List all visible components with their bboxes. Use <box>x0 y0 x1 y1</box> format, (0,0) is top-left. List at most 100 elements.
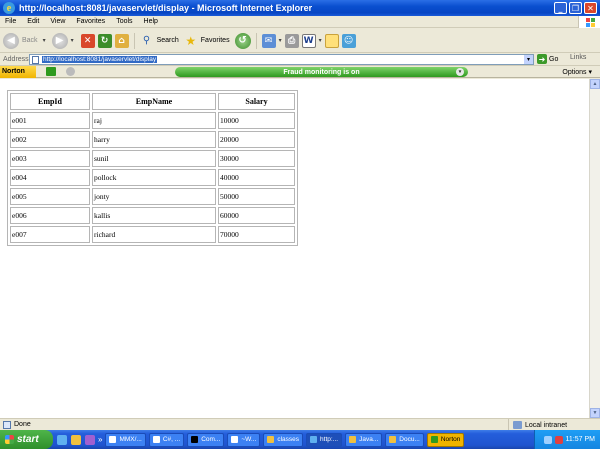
desktop-quicklaunch-icon[interactable] <box>71 434 81 445</box>
address-bar: Address http://localhost:8081/javaservle… <box>0 53 600 66</box>
menu-edit[interactable]: Edit <box>27 18 39 25</box>
print-icon[interactable]: ⎙ <box>284 33 299 48</box>
app-icon <box>152 436 160 443</box>
taskbar-item[interactable]: ~W... <box>227 432 261 447</box>
table-row: e002 harry 20000 <box>10 131 295 148</box>
back-dropdown-icon[interactable]: ▾ <box>43 37 46 44</box>
norton-toolbar: Norton Fraud monitoring is on ▾ Options … <box>0 65 600 78</box>
taskbar-item[interactable]: Docu... <box>385 432 424 447</box>
norton-task-label: Norton <box>440 436 461 443</box>
norton-taskbar-item[interactable]: Norton <box>426 432 465 447</box>
cell-empname: kallis <box>92 207 216 224</box>
scroll-up-icon[interactable]: ▲ <box>590 79 600 89</box>
taskbar-item-active[interactable]: http:... <box>306 432 343 447</box>
taskbar-item[interactable]: Java... <box>345 432 383 447</box>
address-url[interactable]: http://localhost:8081/javaservlet/displa… <box>42 56 158 63</box>
cell-empname: jonty <box>92 188 216 205</box>
intranet-icon <box>513 421 522 429</box>
norton-logo[interactable]: Norton <box>0 65 36 78</box>
menu-favorites[interactable]: Favorites <box>76 18 105 25</box>
folder-icon <box>267 436 275 443</box>
messenger-icon[interactable]: ☺ <box>341 33 356 48</box>
taskbar-item[interactable]: classes <box>263 432 304 447</box>
cell-salary: 30000 <box>218 150 295 167</box>
menu-tools[interactable]: Tools <box>116 18 132 25</box>
taskbar-item-label: MMX/... <box>119 436 142 443</box>
cell-salary: 10000 <box>218 112 295 129</box>
minimize-icon[interactable]: _ <box>554 2 567 14</box>
vertical-scrollbar[interactable]: ▲ ▼ <box>589 79 600 418</box>
start-button[interactable]: start <box>0 430 53 449</box>
header-salary: Salary <box>218 93 295 110</box>
cell-salary: 60000 <box>218 207 295 224</box>
cell-salary: 50000 <box>218 188 295 205</box>
window-title: http://localhost:8081/javaservlet/displa… <box>19 3 313 13</box>
menu-help[interactable]: Help <box>144 18 158 25</box>
menu-bar: File Edit View Favorites Tools Help <box>0 16 600 28</box>
cell-salary: 20000 <box>218 131 295 148</box>
restore-icon[interactable]: ❐ <box>569 2 582 14</box>
cell-empid: e006 <box>10 207 90 224</box>
cell-salary: 70000 <box>218 226 295 243</box>
page-content: EmpId EmpName Salary e001 raj 10000 e002… <box>0 79 589 418</box>
back-button-label[interactable]: Back <box>22 37 38 44</box>
norton-icon <box>430 436 438 443</box>
search-icon[interactable]: ⚲ <box>140 34 154 48</box>
internet-explorer-icon: e <box>3 2 15 14</box>
header-empid: EmpId <box>10 93 90 110</box>
page-icon <box>32 55 39 64</box>
forward-arrow-icon[interactable]: ▶ <box>51 32 68 49</box>
security-shield-icon[interactable] <box>554 435 563 444</box>
network-icon[interactable] <box>543 435 552 444</box>
cell-empid: e004 <box>10 169 90 186</box>
taskbar-item[interactable]: Com... <box>187 432 225 447</box>
fraud-dropdown-icon[interactable]: ▾ <box>456 68 464 76</box>
go-button[interactable]: ➜ Go <box>537 54 558 64</box>
address-dropdown-icon[interactable]: ▾ <box>524 55 533 64</box>
taskbar-item-label: Com... <box>201 436 221 443</box>
links-button[interactable]: Links <box>570 54 586 61</box>
home-icon[interactable]: ⌂ <box>114 33 129 48</box>
menu-view[interactable]: View <box>50 18 65 25</box>
edit-dropdown-icon[interactable]: ▾ <box>319 37 322 44</box>
quicklaunch-expand-icon[interactable]: » <box>98 435 102 444</box>
address-input[interactable]: http://localhost:8081/javaservlet/displa… <box>29 54 534 65</box>
media-quicklaunch-icon[interactable] <box>85 434 95 445</box>
app-icon <box>109 436 117 443</box>
scroll-down-icon[interactable]: ▼ <box>590 408 600 418</box>
table-header-row: EmpId EmpName Salary <box>10 93 295 110</box>
toolbar-separator <box>133 32 135 49</box>
toolbar-separator <box>255 32 257 49</box>
back-arrow-icon[interactable]: ◀ <box>3 32 19 49</box>
stop-icon[interactable]: ✕ <box>80 33 95 48</box>
cell-empid: e002 <box>10 131 90 148</box>
cell-salary: 40000 <box>218 169 295 186</box>
word-edit-icon[interactable]: W <box>301 33 316 48</box>
favorites-button-label[interactable]: Favorites <box>201 37 230 44</box>
search-button-label[interactable]: Search <box>157 37 179 44</box>
discuss-icon[interactable] <box>324 33 339 48</box>
ie-quicklaunch-icon[interactable] <box>57 434 67 445</box>
forward-dropdown-icon[interactable]: ▾ <box>71 37 74 44</box>
cell-empname: harry <box>92 131 216 148</box>
folder-icon <box>349 436 357 443</box>
norton-safe-web-icon[interactable] <box>46 67 56 76</box>
fraud-monitoring-bar[interactable]: Fraud monitoring is on ▾ <box>175 67 468 77</box>
close-icon[interactable]: ✕ <box>584 2 597 14</box>
header-empname: EmpName <box>92 93 216 110</box>
taskbar-item[interactable]: C#, ... <box>148 432 185 447</box>
taskbar-item-label: ~W... <box>241 436 257 443</box>
history-icon[interactable]: ↺ <box>234 32 251 49</box>
clock[interactable]: 11:57 PM <box>566 436 595 443</box>
mail-icon[interactable]: ✉ <box>261 33 276 48</box>
taskbar: start » MMX/... C#, ... Com... ~W... cla… <box>0 430 600 449</box>
menu-file[interactable]: File <box>5 18 16 25</box>
taskbar-item[interactable]: MMX/... <box>105 432 146 447</box>
cell-empname: richard <box>92 226 216 243</box>
refresh-icon[interactable]: ↻ <box>97 33 112 48</box>
options-menu[interactable]: Options ▾ <box>562 68 592 76</box>
globe-icon[interactable] <box>66 67 75 76</box>
mail-dropdown-icon[interactable]: ▾ <box>279 37 282 44</box>
favorites-star-icon[interactable]: ★ <box>184 34 198 48</box>
page-done-icon <box>3 420 11 429</box>
